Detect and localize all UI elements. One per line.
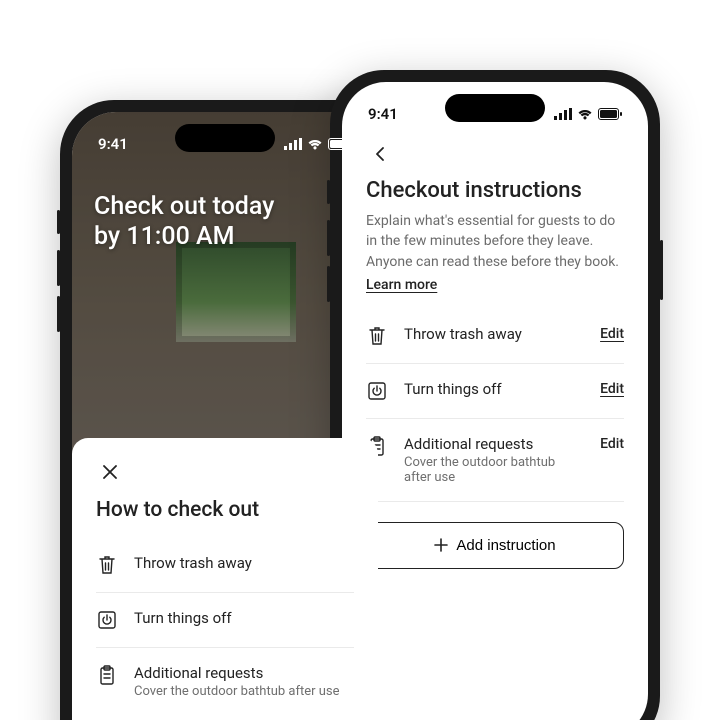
list-item-label: Turn things off [134,609,354,627]
power-icon [96,609,118,631]
edit-button[interactable]: Edit [600,435,624,452]
close-icon [103,465,117,479]
page-title: Checkout instructions [366,178,624,203]
instruction-sub: Cover the outdoor bathtub after use [404,455,584,485]
list-item-label: Additional requests [134,664,354,682]
hero-window [176,242,296,342]
trash-icon [96,554,118,576]
dynamic-island [175,124,275,152]
instruction-label: Turn things off [404,380,584,398]
trash-icon [366,325,388,347]
list-item-sub: Cover the outdoor bathtub after use [134,684,354,699]
edit-button[interactable]: Edit [600,380,624,397]
instruction-row: Turn things off Edit [366,364,624,419]
list-item-label: Throw trash away [134,554,354,572]
clipboard-icon [96,664,118,686]
status-icons [554,108,622,120]
instruction-row: Throw trash away Edit [366,309,624,364]
status-time: 9:41 [98,135,128,153]
status-icons [284,138,352,150]
battery-icon [328,138,352,150]
hero-title: Check out today by 11:00 AM [94,192,356,252]
cellular-icon [284,138,302,150]
list-item: Additional requests Cover the outdoor ba… [96,648,354,715]
instruction-label: Throw trash away [404,325,584,343]
wifi-icon [577,108,593,120]
instruction-row: Additional requests Cover the outdoor ba… [366,419,624,502]
instruction-label: Additional requests [404,435,584,453]
power-icon [366,380,388,402]
list-item: Turn things off [96,593,354,648]
close-button[interactable] [96,458,124,486]
add-instruction-label: Add instruction [456,537,555,554]
checkout-sheet: How to check out Throw trash away Turn t… [72,438,378,720]
list-item: Throw trash away [96,538,354,593]
battery-icon [598,108,622,120]
cellular-icon [554,108,572,120]
plus-icon [434,538,448,552]
wifi-icon [307,138,323,150]
phone-host: 9:41 Checkout instructions Explain what'… [330,70,660,720]
edit-button[interactable]: Edit [600,325,624,342]
page-desc: Explain what's essential for guests to d… [366,211,624,272]
add-instruction-button[interactable]: Add instruction [366,522,624,569]
learn-more-link[interactable]: Learn more [366,277,437,293]
sheet-title: How to check out [96,498,354,522]
dynamic-island [445,94,545,122]
